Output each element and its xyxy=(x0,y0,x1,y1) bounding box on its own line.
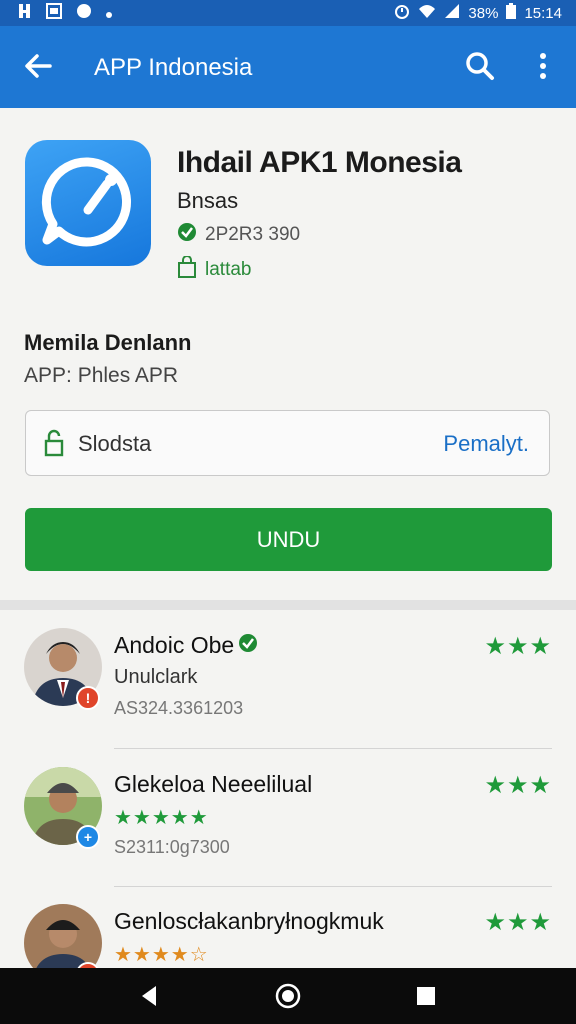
download-button[interactable]: UNDU xyxy=(25,508,552,571)
reviewer-name: Andoic Obe xyxy=(114,632,235,658)
reviewer-name: Glekeloa Neeelilual xyxy=(114,771,313,797)
review-badge-icon: ! xyxy=(76,686,100,710)
verified-icon xyxy=(238,632,258,659)
section-subtitle: APP: Phles APR xyxy=(24,364,179,387)
app-meta: 2P2R3 390 xyxy=(177,222,300,248)
system-nav-bar xyxy=(0,968,576,1024)
app-bar-title: APP Indonesia xyxy=(94,54,253,81)
app-meta-text: 2P2R3 390 xyxy=(205,224,301,245)
rating-stars: ★★★ xyxy=(484,633,552,660)
lock-icon xyxy=(44,429,64,462)
rating-stars: ★★★ xyxy=(484,772,552,799)
field-value: Slodsta xyxy=(78,431,152,456)
app-bar: APP Indonesia xyxy=(0,26,576,108)
back-arrow-icon[interactable] xyxy=(20,48,56,84)
rating-stars: ★★★ xyxy=(484,909,552,936)
install-field[interactable]: Slodsta Pemalyt. xyxy=(25,410,550,476)
nav-home-icon[interactable] xyxy=(274,982,302,1010)
clock: 15:14 xyxy=(524,4,562,22)
alarm-icon xyxy=(394,3,410,23)
reviewer-stars: ★★★★☆ xyxy=(114,944,209,966)
app-name: Ihdail APK1 Monesia xyxy=(177,146,462,179)
wifi-icon xyxy=(418,3,436,23)
reviewer-code: AS324.3361203 xyxy=(114,698,244,718)
section-divider xyxy=(0,600,576,610)
field-action-link[interactable]: Pemalyt. xyxy=(443,431,529,457)
reviewer-subtitle: Unulclark xyxy=(114,666,198,688)
signal-icon xyxy=(444,3,460,23)
verified-icon xyxy=(177,222,197,248)
app-icon xyxy=(25,140,151,266)
reviewer-stars: ★★★★★ xyxy=(114,807,209,829)
review-badge-icon: + xyxy=(76,825,100,849)
search-icon[interactable] xyxy=(462,48,498,84)
review-divider xyxy=(114,748,552,749)
sim-icon xyxy=(46,3,62,23)
status-bar: 38% 15:14 xyxy=(0,0,576,26)
dot-icon xyxy=(106,5,112,22)
notification-icon xyxy=(18,3,32,23)
messenger-icon xyxy=(76,3,92,23)
reviewer-code: S2311:0g7300 xyxy=(114,837,230,857)
section-title: Memila Denlann xyxy=(24,330,192,355)
battery-percent: 38% xyxy=(468,4,499,22)
reviewer-name: Genloscłakanbryłnogkmuk xyxy=(114,908,384,934)
more-vert-icon[interactable] xyxy=(528,48,558,84)
developer-name[interactable]: Bnsas xyxy=(177,188,238,214)
app-status: lattab xyxy=(177,255,252,284)
nav-back-icon[interactable] xyxy=(136,982,164,1010)
battery-icon xyxy=(506,3,517,23)
nav-recents-icon[interactable] xyxy=(412,982,440,1010)
review-divider xyxy=(114,886,552,887)
app-status-text: lattab xyxy=(205,259,252,280)
shopping-bag-icon xyxy=(177,255,197,284)
